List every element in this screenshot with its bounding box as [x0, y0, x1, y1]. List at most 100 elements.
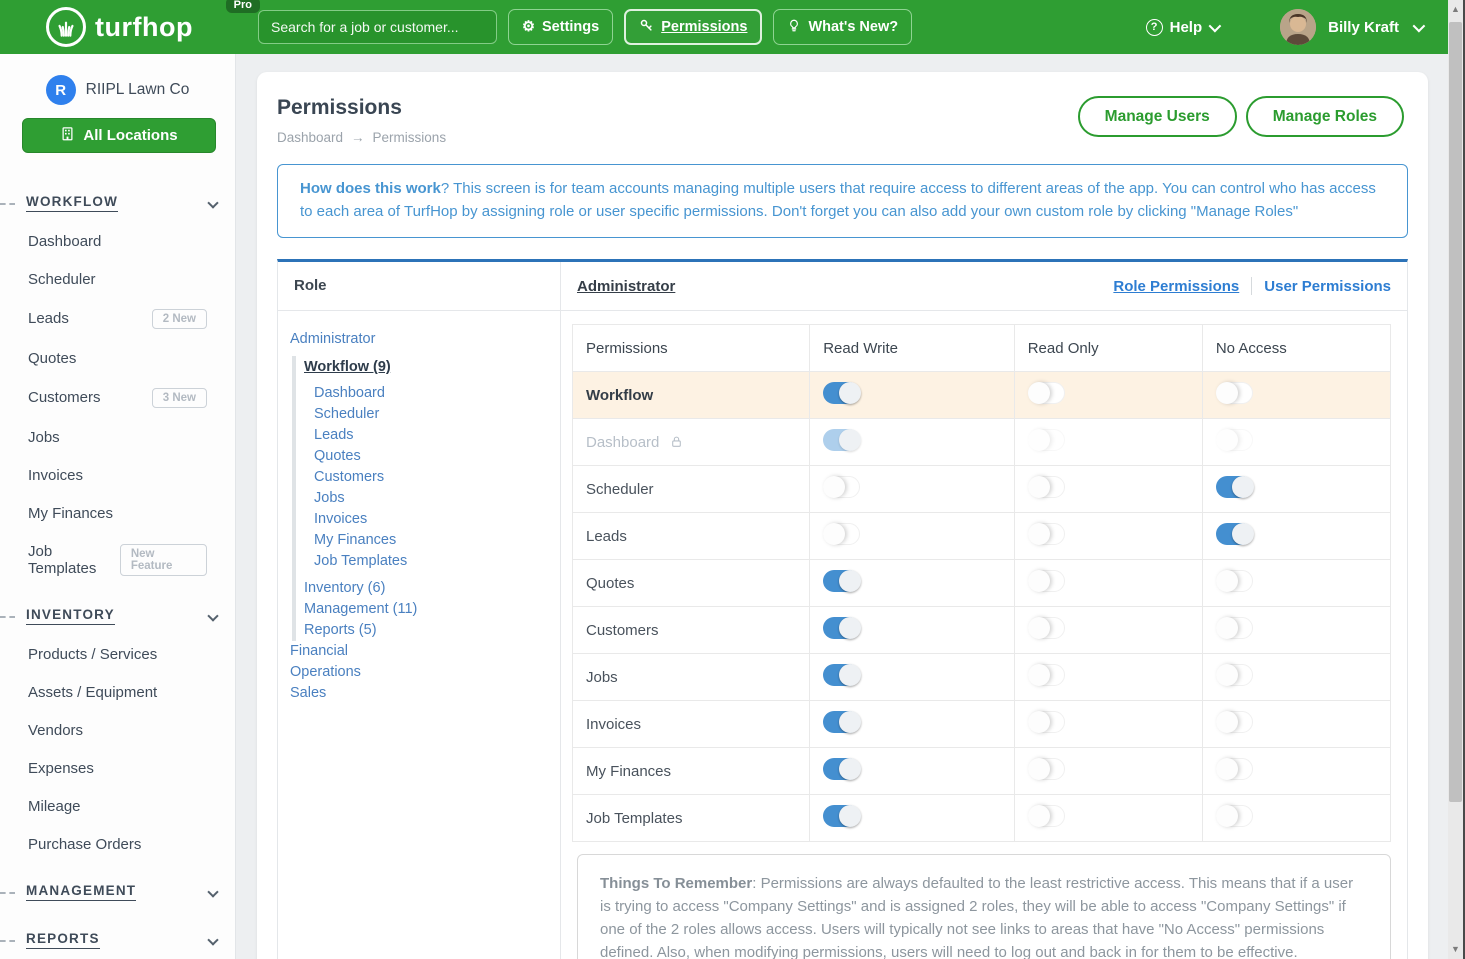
company-row[interactable]: R RIIPL Lawn Co — [0, 75, 235, 105]
help-menu[interactable]: ? Help — [1146, 19, 1219, 36]
user-avatar[interactable] — [1280, 9, 1316, 45]
permissions-page-card: Permissions Dashboard → Permissions Mana… — [257, 72, 1428, 959]
whats-new-button[interactable]: What's New? — [773, 9, 912, 45]
tree-item-dashboard[interactable]: Dashboard — [314, 383, 550, 404]
tree-item-jobs[interactable]: Jobs — [314, 488, 550, 509]
toggle-my-finances-read-only[interactable] — [1028, 758, 1065, 780]
vertical-scrollbar[interactable]: ▲ ▼ — [1448, 0, 1463, 959]
chevron-down-icon[interactable] — [207, 934, 218, 945]
sidebar-item-mileage[interactable]: Mileage — [0, 787, 235, 825]
toggle-jobs-read-only[interactable] — [1028, 664, 1065, 686]
scrollbar-up-arrow[interactable]: ▲ — [1448, 2, 1463, 17]
tab-user-permissions[interactable]: User Permissions — [1264, 278, 1391, 295]
tree-item-my-finances[interactable]: My Finances — [314, 530, 550, 551]
toggle-jobs-read-write[interactable] — [823, 664, 860, 686]
role-financial[interactable]: Financial — [290, 641, 550, 662]
manage-users-button[interactable]: Manage Users — [1078, 96, 1237, 137]
tree-item-customers[interactable]: Customers — [314, 467, 550, 488]
role-operations[interactable]: Operations — [290, 662, 550, 683]
scrollbar-thumb[interactable] — [1449, 22, 1462, 802]
tree-item-job-templates[interactable]: Job Templates — [314, 551, 550, 572]
manage-roles-button[interactable]: Manage Roles — [1246, 96, 1404, 137]
sidebar-item-expenses[interactable]: Expenses — [0, 749, 235, 787]
sidebar-section-inventory[interactable]: INVENTORY — [0, 597, 235, 635]
toggle-jobs-no-access[interactable] — [1216, 664, 1253, 686]
sidebar-item-purchase-orders[interactable]: Purchase Orders — [0, 825, 235, 863]
toggle-quotes-read-only[interactable] — [1028, 570, 1065, 592]
sidebar-item-products-services[interactable]: Products / Services — [0, 635, 235, 673]
sidebar-item-jobs[interactable]: Jobs — [0, 418, 235, 456]
toggle-workflow-read-only[interactable] — [1028, 382, 1065, 404]
sidebar-item-quotes[interactable]: Quotes — [0, 339, 235, 377]
toggle-job-templates-no-access[interactable] — [1216, 805, 1253, 827]
toggle-my-finances-read-write[interactable] — [823, 758, 860, 780]
permissions-card: Role Administrator Role Permissions User … — [277, 259, 1408, 959]
app-logo[interactable]: turfhop Pro — [46, 7, 258, 47]
permission-row-job-templates: Job Templates — [573, 795, 1391, 842]
sidebar-section-reports[interactable]: REPORTS — [0, 921, 235, 959]
chevron-down-icon[interactable] — [207, 886, 218, 897]
toggle-leads-read-write[interactable] — [823, 523, 860, 545]
permission-row-my-finances: My Finances — [573, 748, 1391, 795]
toggle-job-templates-read-write[interactable] — [823, 805, 860, 827]
sidebar-item-leads[interactable]: Leads2 New — [0, 298, 235, 339]
tree-group-inventory-6[interactable]: Inventory (6) — [304, 578, 550, 599]
tree-group-workflow[interactable]: Workflow (9) — [304, 356, 550, 378]
scrollbar-down-arrow[interactable]: ▼ — [1448, 942, 1463, 957]
sidebar-section-management[interactable]: MANAGEMENT — [0, 873, 235, 911]
toggle-job-templates-read-only[interactable] — [1028, 805, 1065, 827]
sidebar-item-dashboard[interactable]: Dashboard — [0, 222, 235, 260]
toggle-customers-read-write[interactable] — [823, 617, 860, 639]
toggle-workflow-no-access[interactable] — [1216, 382, 1253, 404]
tab-role-permissions[interactable]: Role Permissions — [1113, 278, 1239, 295]
tree-group-management-11[interactable]: Management (11) — [304, 599, 550, 620]
sidebar-item-customers[interactable]: Customers3 New — [0, 377, 235, 418]
tree-item-invoices[interactable]: Invoices — [314, 509, 550, 530]
user-name[interactable]: Billy Kraft — [1328, 19, 1399, 36]
sidebar-item-scheduler[interactable]: Scheduler — [0, 260, 235, 298]
tree-item-scheduler[interactable]: Scheduler — [314, 404, 550, 425]
sidebar-item-assets-equipment[interactable]: Assets / Equipment — [0, 673, 235, 711]
toggle-invoices-no-access[interactable] — [1216, 711, 1253, 733]
user-chevron-down-icon[interactable] — [1413, 19, 1426, 32]
role-panel-header: Role — [278, 262, 561, 311]
tree-item-leads[interactable]: Leads — [314, 425, 550, 446]
permission-row-workflow: Workflow — [573, 372, 1391, 419]
toggle-quotes-read-write[interactable] — [823, 570, 860, 592]
key-icon — [639, 18, 654, 37]
toggle-scheduler-read-write[interactable] — [823, 476, 860, 498]
toggle-quotes-no-access[interactable] — [1216, 570, 1253, 592]
sidebar-section-workflow[interactable]: WORKFLOW — [0, 184, 235, 222]
settings-button[interactable]: ⚙ Settings — [508, 9, 613, 45]
toggle-customers-read-only[interactable] — [1028, 617, 1065, 639]
sidebar-item-vendors[interactable]: Vendors — [0, 711, 235, 749]
role-sales[interactable]: Sales — [290, 683, 550, 704]
toggle-leads-read-only[interactable] — [1028, 523, 1065, 545]
toggle-scheduler-no-access[interactable] — [1216, 476, 1253, 498]
sidebar-item-job-templates[interactable]: Job TemplatesNew Feature — [0, 532, 235, 587]
toggle-customers-no-access[interactable] — [1216, 617, 1253, 639]
tree-group-reports-5[interactable]: Reports (5) — [304, 620, 550, 641]
sidebar-item-my-finances[interactable]: My Finances — [0, 494, 235, 532]
permission-row-invoices: Invoices — [573, 701, 1391, 748]
toggle-invoices-read-write[interactable] — [823, 711, 860, 733]
chevron-down-icon[interactable] — [207, 197, 218, 208]
selected-role-name[interactable]: Administrator — [577, 278, 675, 295]
toggle-workflow-read-write[interactable] — [823, 382, 860, 404]
breadcrumb-dashboard-link[interactable]: Dashboard — [277, 130, 343, 145]
role-administrator[interactable]: Administrator — [290, 329, 550, 350]
toggle-my-finances-no-access[interactable] — [1216, 758, 1253, 780]
section-dash-icon — [0, 616, 15, 618]
permissions-button[interactable]: Permissions — [624, 9, 762, 45]
all-locations-button[interactable]: All Locations — [22, 118, 216, 153]
global-search-input[interactable] — [258, 10, 497, 44]
toggle-scheduler-read-only[interactable] — [1028, 476, 1065, 498]
toggle-invoices-read-only[interactable] — [1028, 711, 1065, 733]
lock-icon — [670, 435, 683, 449]
permission-name: Job Templates — [573, 795, 810, 842]
sidebar-item-invoices[interactable]: Invoices — [0, 456, 235, 494]
tree-item-quotes[interactable]: Quotes — [314, 446, 550, 467]
toggle-leads-no-access[interactable] — [1216, 523, 1253, 545]
main-area: Permissions Dashboard → Permissions Mana… — [237, 54, 1448, 959]
chevron-down-icon[interactable] — [207, 610, 218, 621]
